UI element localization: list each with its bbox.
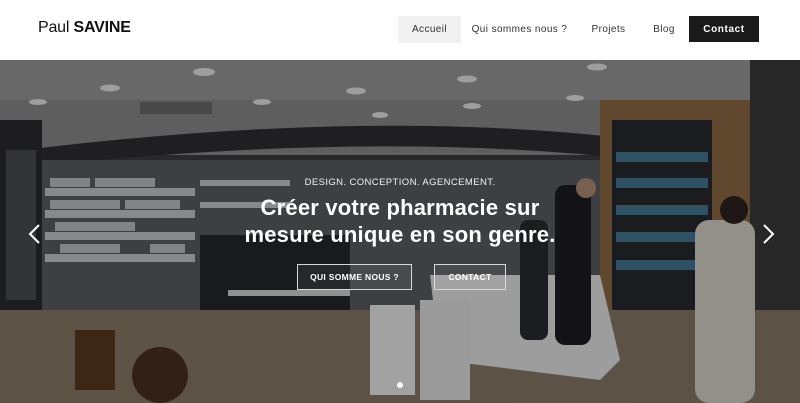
hero-slider: DESIGN. CONCEPTION. AGENCEMENT. Créer vo… <box>0 60 800 403</box>
brand-last-name: SAVINE <box>73 19 131 36</box>
hero-headline: Créer votre pharmacie sur mesure unique … <box>0 194 800 248</box>
nav-item-accueil[interactable]: Accueil <box>398 16 461 43</box>
hero-tagline: DESIGN. CONCEPTION. AGENCEMENT. <box>304 177 496 188</box>
site-header: Paul SAVINE Accueil Qui sommes nous ? Pr… <box>0 0 800 60</box>
brand-first-name: Paul <box>38 19 74 36</box>
nav-item-blog[interactable]: Blog <box>644 16 684 43</box>
brand-logo[interactable]: Paul SAVINE <box>38 19 131 37</box>
nav-item-qui-sommes-nous[interactable]: Qui sommes nous ? <box>468 16 571 43</box>
hero-contact-button[interactable]: CONTACT <box>434 264 506 290</box>
about-us-button[interactable]: QUI SOMME NOUS ? <box>297 264 412 290</box>
nav-item-projets[interactable]: Projets <box>580 16 637 43</box>
hero-headline-line-1: Créer votre pharmacie sur <box>260 195 540 220</box>
nav-contact-button[interactable]: Contact <box>689 16 759 42</box>
slide-indicator-dot[interactable] <box>397 382 403 388</box>
hero-headline-line-2: mesure unique en son genre. <box>244 222 556 247</box>
